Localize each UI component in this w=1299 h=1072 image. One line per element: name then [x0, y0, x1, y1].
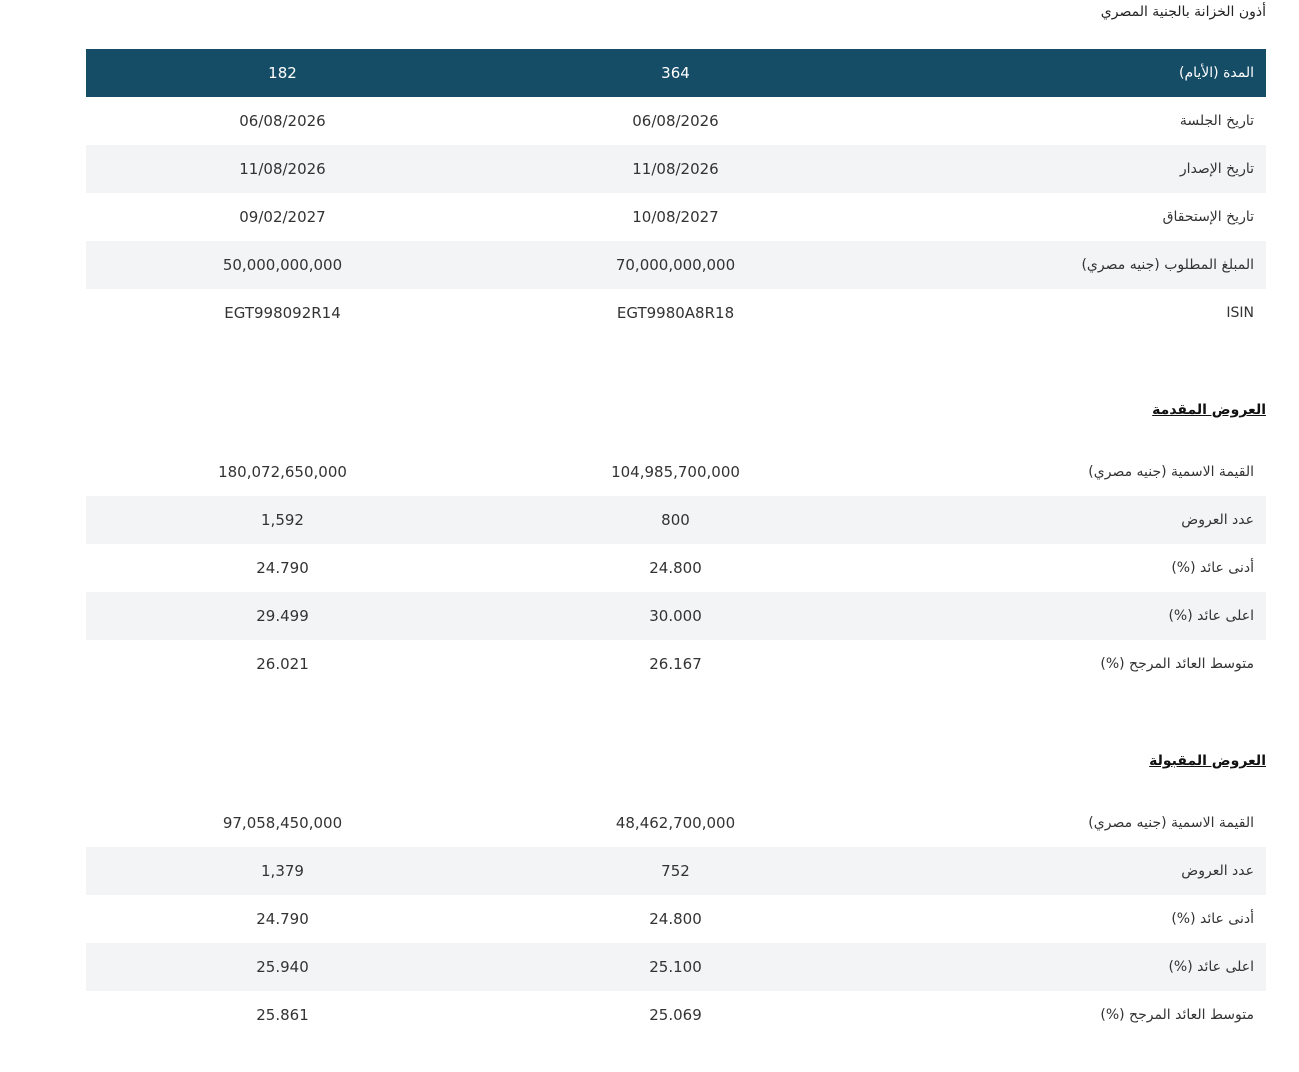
table-row: 11/08/2026 11/08/2026 تاريخ الإصدار [86, 145, 1266, 193]
cell-value: EGT998092R14 [224, 304, 341, 322]
row-label: القيمة الاسمية (جنيه مصري) [1088, 464, 1254, 480]
cell-value: 26.021 [256, 655, 309, 673]
cell-value: 10/08/2027 [632, 208, 719, 226]
cell-value: 50,000,000,000 [222, 256, 343, 274]
bids-submitted-table: 180,072,650,000 104,985,700,000 القيمة ا… [86, 448, 1266, 688]
cell-value: 25.861 [256, 1006, 309, 1024]
table-row: 09/02/2027 10/08/2027 تاريخ الإستحقاق [86, 193, 1266, 241]
table-row: 29.499 30.000 اعلى عائد (%) [86, 592, 1266, 640]
bids-accepted-table: 97,058,450,000 48,462,700,000 القيمة الا… [86, 799, 1266, 1039]
cell-value: 29.499 [256, 607, 309, 625]
cell-value: 1,379 [261, 862, 304, 880]
row-label: أدنى عائد (%) [1171, 560, 1254, 576]
cell-value: 24.790 [256, 559, 309, 577]
cell-value: 11/08/2026 [632, 160, 719, 178]
table-row: 180,072,650,000 104,985,700,000 القيمة ا… [86, 448, 1266, 496]
page-title: أذون الخزانة بالجنية المصري [1100, 4, 1266, 20]
cell-value: 25.940 [256, 958, 309, 976]
table-row: 26.021 26.167 متوسط العائد المرجح (%) [86, 640, 1266, 688]
cell-value: 06/08/2026 [632, 112, 719, 130]
row-label: القيمة الاسمية (جنيه مصري) [1088, 815, 1254, 831]
table-row: EGT998092R14 EGT9980A8R18 ISIN [86, 289, 1266, 337]
cell-value: 25.069 [649, 1006, 702, 1024]
cell-value: 1,592 [261, 511, 304, 529]
header-tenor-182: 182 [268, 64, 297, 82]
table-row: 50,000,000,000 70,000,000,000 المبلغ الم… [86, 241, 1266, 289]
cell-value: 24.790 [256, 910, 309, 928]
cell-value: 800 [661, 511, 690, 529]
row-label: ISIN [1226, 305, 1254, 321]
cell-value: 180,072,650,000 [218, 463, 347, 481]
table-row: 25.861 25.069 متوسط العائد المرجح (%) [86, 991, 1266, 1039]
cell-value: 11/08/2026 [239, 160, 326, 178]
cell-value: EGT9980A8R18 [616, 304, 735, 322]
cell-value: 24.800 [649, 559, 702, 577]
cell-value: 104,985,700,000 [611, 463, 740, 481]
cell-value: 25.100 [649, 958, 702, 976]
row-label: تاريخ الجلسة [1179, 113, 1254, 129]
cell-value: 752 [661, 862, 690, 880]
cell-value: 97,058,450,000 [222, 814, 343, 832]
cell-value: 70,000,000,000 [615, 256, 736, 274]
cell-value: 06/08/2026 [239, 112, 326, 130]
row-label: اعلى عائد (%) [1168, 608, 1254, 624]
table-row: 06/08/2026 06/08/2026 تاريخ الجلسة [86, 97, 1266, 145]
table-row: 97,058,450,000 48,462,700,000 القيمة الا… [86, 799, 1266, 847]
row-label: عدد العروض [1181, 863, 1254, 879]
auction-terms-table: 182 364 المدة (الأيام) 06/08/2026 06/08/… [86, 49, 1266, 337]
table-header-row: 182 364 المدة (الأيام) [86, 49, 1266, 97]
table-row: 24.790 24.800 أدنى عائد (%) [86, 895, 1266, 943]
header-tenor-364: 364 [661, 64, 690, 82]
cell-value: 30.000 [649, 607, 702, 625]
cell-value: 26.167 [649, 655, 702, 673]
table-row: 24.790 24.800 أدنى عائد (%) [86, 544, 1266, 592]
table-row: 1,592 800 عدد العروض [86, 496, 1266, 544]
row-label: متوسط العائد المرجح (%) [1100, 656, 1254, 672]
row-label: تاريخ الإصدار [1179, 161, 1254, 177]
header-tenor-label: المدة (الأيام) [1178, 65, 1254, 81]
section-title-bids-accepted: العروض المقبولة [1149, 753, 1266, 769]
table-row: 1,379 752 عدد العروض [86, 847, 1266, 895]
row-label: متوسط العائد المرجح (%) [1100, 1007, 1254, 1023]
table-row: 25.940 25.100 اعلى عائد (%) [86, 943, 1266, 991]
cell-value: 09/02/2027 [239, 208, 326, 226]
cell-value: 48,462,700,000 [615, 814, 736, 832]
row-label: أدنى عائد (%) [1171, 911, 1254, 927]
row-label: عدد العروض [1181, 512, 1254, 528]
row-label: المبلغ المطلوب (جنيه مصري) [1081, 257, 1254, 273]
row-label: تاريخ الإستحقاق [1162, 209, 1254, 225]
section-title-bids-submitted: العروض المقدمة [1152, 402, 1266, 418]
cell-value: 24.800 [649, 910, 702, 928]
row-label: اعلى عائد (%) [1168, 959, 1254, 975]
